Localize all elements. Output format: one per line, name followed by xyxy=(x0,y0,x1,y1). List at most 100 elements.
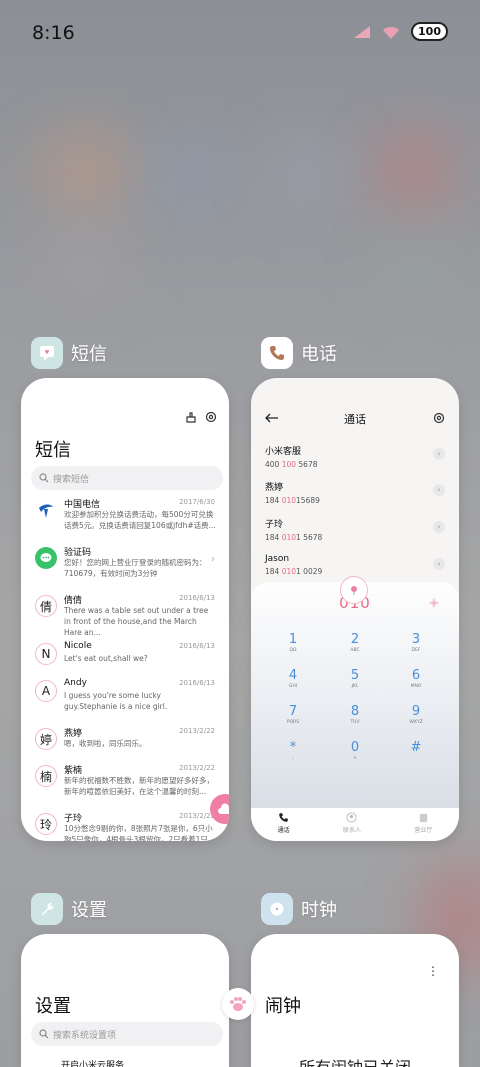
contact-number: 184 01015689 xyxy=(265,496,320,505)
search-icon xyxy=(39,473,49,483)
dial-key-2[interactable]: 2 ABC xyxy=(335,632,375,653)
paw-print-button[interactable] xyxy=(222,988,254,1020)
sms-app-card[interactable]: 短信 搜索短信 中国电信 2017/6/30 欢迎参加积分兑换话费活动，每500… xyxy=(21,378,229,841)
message-date: 2016/6/13 xyxy=(179,679,215,687)
phone-app-label[interactable]: 电话 xyxy=(261,337,337,369)
dial-key-0[interactable]: 0 + xyxy=(335,740,375,761)
sms-page-title: 短信 xyxy=(35,440,71,461)
settings-search-placeholder: 搜索系统设置项 xyxy=(53,1030,117,1041)
tab-label: 联系人 xyxy=(342,827,361,834)
dial-key-8[interactable]: 8 TUV xyxy=(335,704,375,725)
chevron-right-icon[interactable]: › xyxy=(433,558,445,570)
clock-app-name: 时钟 xyxy=(301,900,337,921)
chevron-right-icon[interactable]: › xyxy=(433,448,445,460)
contact-number: 184 0101 0029 xyxy=(265,567,323,576)
more-options-icon[interactable]: ⋮ xyxy=(427,964,439,978)
sms-conversation-list: 中国电信 2017/6/30 欢迎参加积分兑换话费活动，每500分可兑换话费5元… xyxy=(21,496,229,841)
phone-app-card[interactable]: 通话 小米客服 400 100 5678 › 燕婷 184 01015689 ›… xyxy=(251,378,459,841)
list-item[interactable]: 验证码 › 您好！您的网上营业厅登录的随机密码为：710679，有效时间为3分钟 xyxy=(21,544,229,592)
message-date: 2013/2/22 xyxy=(179,727,215,735)
dial-key-7[interactable]: 7 PQRS xyxy=(273,704,313,725)
avatar: 玲 xyxy=(35,813,57,835)
contact-number: 400 100 5678 xyxy=(265,460,318,469)
clock-page-title: 闹钟 xyxy=(265,996,301,1017)
contact-row[interactable]: 燕婷 184 01015689 xyxy=(265,480,320,505)
phone-icon xyxy=(279,813,288,822)
dial-key-5[interactable]: 5 JKL xyxy=(335,668,375,689)
signal-icon xyxy=(354,25,371,38)
settings-page-title: 设置 xyxy=(35,996,71,1017)
dial-key-9[interactable]: 9 WXYZ xyxy=(396,704,436,725)
dial-key-6[interactable]: 6 MNO xyxy=(396,668,436,689)
contact-row[interactable]: 子玲 184 0101 5678 xyxy=(265,517,322,542)
list-item[interactable]: 楠 紫楠 2013/2/22 新年的祝福数不胜数，新年的愿望好多好多，新年的喧嚣… xyxy=(21,762,229,810)
chevron-right-icon[interactable]: › xyxy=(433,521,445,533)
store-icon xyxy=(419,813,427,823)
message-preview: 您好！您的网上营业厅登录的随机密码为：710679，有效时间为3分钟 xyxy=(64,558,207,578)
contact-row[interactable]: 小米客服 400 100 5678 xyxy=(265,444,318,469)
contact-row[interactable]: Jason 184 0101 0029 xyxy=(265,554,322,576)
dial-key-4[interactable]: 4 GHI xyxy=(273,668,313,689)
dial-key-hash[interactable]: # xyxy=(396,740,436,756)
phone-page-title: 通话 xyxy=(344,413,366,426)
settings-gear-icon[interactable] xyxy=(205,411,217,423)
dial-key-1[interactable]: 1 QΩ xyxy=(273,632,313,653)
telecom-logo-icon xyxy=(35,499,57,521)
tab-label: 通话 xyxy=(277,827,290,834)
contact-name: 子玲 xyxy=(265,520,284,530)
dial-key-star[interactable]: *, xyxy=(273,740,313,761)
settings-gear-icon[interactable] xyxy=(433,412,445,424)
avatar: 楠 xyxy=(35,765,57,787)
wrench-icon xyxy=(31,893,63,925)
settings-app-card[interactable]: 设置 搜索系统设置项 开启小米云服务 xyxy=(21,934,229,1067)
clock-app-label[interactable]: 时钟 xyxy=(261,893,337,925)
avatar: 倩 xyxy=(35,595,57,617)
list-item[interactable]: 中国电信 2017/6/30 欢迎参加积分兑换话费活动，每500分可兑换话费5元… xyxy=(21,496,229,544)
list-item[interactable]: 倩 倩倩 2016/6/13 There was a table set out… xyxy=(21,592,229,640)
sms-search-placeholder: 搜索短信 xyxy=(53,474,90,485)
tab-contacts[interactable]: 联系人 xyxy=(343,808,361,841)
message-preview: 10分憋念9剔的你，8张照片7张是你，6只小狗5只像你，4根骨头3根留你，2只看… xyxy=(64,824,216,841)
message-preview: 欢迎参加积分兑换话费活动，每500分可兑换话费5元。兑换话费请回复106或jfd… xyxy=(64,510,216,530)
cloud-icon xyxy=(218,803,229,814)
clock-icon xyxy=(261,893,293,925)
message-preview: 嗯，收到啦，同乐同乐。 xyxy=(64,739,147,748)
contact-name: Jason xyxy=(265,554,290,564)
settings-search-input[interactable]: 搜索系统设置项 xyxy=(31,1022,223,1046)
tab-service-hall[interactable]: 营业厅 xyxy=(414,808,432,841)
clean-icon[interactable] xyxy=(185,411,197,423)
contact-name: 小米客服 xyxy=(265,447,302,457)
message-preview: I guess you're some lucky guy.Stephanie … xyxy=(64,691,168,711)
dial-key-3[interactable]: 3 DEF xyxy=(396,632,436,653)
phone-icon xyxy=(261,337,293,369)
sms-app-name: 短信 xyxy=(71,344,107,365)
sms-search-input[interactable]: 搜索短信 xyxy=(31,466,223,490)
list-item[interactable]: 婷 燕婷 2013/2/22 嗯，收到啦，同乐同乐。 xyxy=(21,725,229,762)
clock-app-card[interactable]: ⋮ 闹钟 所有闹钟已关闭 xyxy=(251,934,459,1067)
chevron-right-icon[interactable]: › xyxy=(433,484,445,496)
list-item[interactable]: N Nicole 2016/6/13 Let's eat out,shall w… xyxy=(21,640,229,677)
call-button[interactable] xyxy=(340,576,368,604)
tab-label: 营业厅 xyxy=(414,827,433,834)
settings-item-xiaomi-cloud[interactable]: 开启小米云服务 xyxy=(61,1058,124,1067)
dialpad: 010 1QΩ 2ABC 3DEF 4GHI 5JKL 6MNO 7PQRS 8… xyxy=(251,582,459,808)
tab-calls[interactable]: 通话 xyxy=(278,808,290,841)
chat-bubble-icon xyxy=(35,547,57,569)
list-item[interactable]: A Andy 2016/6/13 I guess you're some luc… xyxy=(21,677,229,725)
settings-app-name: 设置 xyxy=(71,900,107,921)
status-time: 8:16 xyxy=(32,22,75,44)
flower-icon[interactable] xyxy=(429,598,439,608)
battery-indicator: 100 xyxy=(411,22,448,41)
sender-name: Andy xyxy=(64,678,87,688)
search-icon xyxy=(39,1029,49,1039)
sms-app-label[interactable]: 短信 xyxy=(31,337,107,369)
person-icon xyxy=(346,812,358,823)
message-preview: Let's eat out,shall we? xyxy=(64,654,148,663)
wifi-icon xyxy=(383,26,400,39)
contact-number: 184 0101 5678 xyxy=(265,533,323,542)
message-preview: There was a table set out under a tree i… xyxy=(64,606,209,637)
message-date: 2017/6/30 xyxy=(179,498,215,506)
settings-app-label[interactable]: 设置 xyxy=(31,893,107,925)
list-item[interactable]: 玲 子玲 2013/2/22 10分憋念9剔的你，8张照片7张是你，6只小狗5只… xyxy=(21,810,229,841)
status-bar: 8:16 100 xyxy=(0,0,480,68)
